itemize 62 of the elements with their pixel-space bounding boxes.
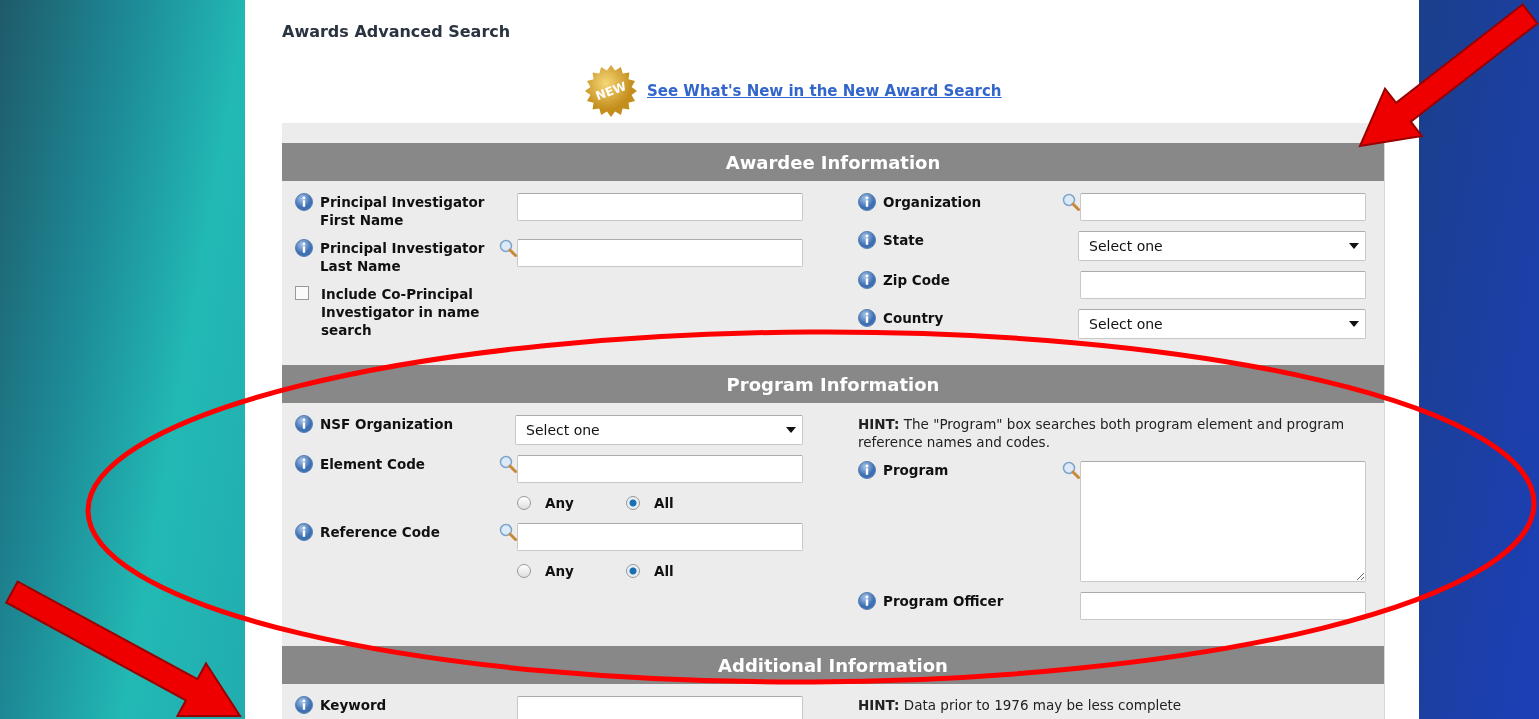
field-label: Keyword (320, 696, 387, 714)
text-field[interactable] (517, 523, 803, 551)
field-label: Zip Code (883, 271, 950, 289)
select-field[interactable]: Select one (1078, 309, 1366, 339)
hint-text: HINT: Data prior to 1976 may be less complete (858, 696, 1183, 714)
hint-text: HINT: The "Program" box searches both program element and program reference names and codes. (858, 415, 1346, 451)
text-field[interactable] (517, 696, 803, 719)
info-icon[interactable] (295, 455, 313, 473)
info-icon[interactable] (295, 239, 313, 257)
text-area[interactable] (1080, 461, 1366, 582)
field-label: NSF Organization (320, 415, 454, 433)
checkbox-label: Include Co-Principal Investigator in name search (321, 285, 481, 339)
section-header: Program Information (282, 365, 1384, 403)
field-label: Reference Code (320, 523, 440, 541)
caret-icon (1349, 321, 1359, 327)
search-icon[interactable] (499, 239, 517, 257)
section-header: Awardee Information (282, 143, 1384, 181)
info-icon[interactable] (858, 193, 876, 211)
search-icon[interactable] (1062, 193, 1080, 211)
checkbox[interactable] (295, 286, 309, 300)
radio-button[interactable] (626, 564, 640, 578)
radio-label: All (654, 562, 674, 580)
caret-icon (1349, 243, 1359, 249)
info-icon[interactable] (858, 271, 876, 289)
info-icon[interactable] (858, 592, 876, 610)
whats-new-link[interactable]: See What's New in the New Award Search (647, 82, 1002, 100)
info-icon[interactable] (295, 415, 313, 433)
info-icon[interactable] (295, 523, 313, 541)
text-field[interactable] (1080, 271, 1366, 299)
text-field[interactable] (1080, 592, 1366, 620)
text-field[interactable] (517, 239, 803, 267)
caret-icon (786, 427, 796, 433)
field-label: Program Officer (883, 592, 1004, 610)
select-field[interactable]: Select one (515, 415, 803, 445)
new-badge: NEW (585, 65, 637, 117)
text-field[interactable] (517, 193, 803, 221)
info-icon[interactable] (858, 231, 876, 249)
radio-button[interactable] (626, 496, 640, 510)
field-label: Element Code (320, 455, 425, 473)
field-label: Country (883, 309, 944, 327)
radio-label: Any (545, 562, 574, 580)
field-label: Principal Investigator First Name (320, 193, 486, 229)
select-field[interactable]: Select one (1078, 231, 1366, 261)
field-label: Principal Investigator Last Name (320, 239, 486, 275)
section-header: Additional Information (282, 646, 1384, 684)
text-field[interactable] (1080, 193, 1366, 221)
field-label: State (883, 231, 924, 249)
text-field[interactable] (517, 455, 803, 483)
info-icon[interactable] (858, 309, 876, 327)
search-icon[interactable] (499, 455, 517, 473)
search-icon[interactable] (1062, 461, 1080, 479)
search-icon[interactable] (499, 523, 517, 541)
info-icon[interactable] (858, 461, 876, 479)
page-title: Awards Advanced Search (282, 22, 512, 41)
info-icon[interactable] (295, 193, 313, 211)
radio-button[interactable] (517, 564, 531, 578)
radio-label: All (654, 494, 674, 512)
radio-button[interactable] (517, 496, 531, 510)
field-label: Program (883, 461, 949, 479)
radio-label: Any (545, 494, 574, 512)
field-label: Organization (883, 193, 982, 211)
info-icon[interactable] (295, 696, 313, 714)
